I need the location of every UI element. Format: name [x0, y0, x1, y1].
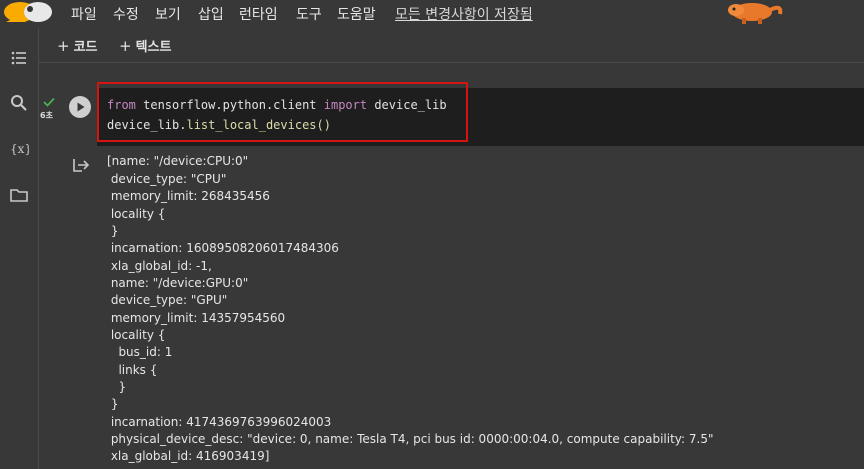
output-line: device_type: "GPU" [107, 293, 228, 307]
save-status-link[interactable]: 모든 변경사항이 저장됨 [395, 4, 533, 24]
code-line-2: device_lib.list_local_devices() [107, 118, 331, 132]
execution-time: 6초 [40, 111, 53, 120]
output-line: links { [107, 363, 158, 377]
menu-file[interactable]: 파일 [71, 4, 97, 24]
output-line: incarnation: 4174369763996024003 [107, 415, 332, 429]
table-of-contents-icon[interactable] [9, 48, 29, 68]
menu-tools[interactable]: 도구 [296, 4, 322, 24]
run-cell-button[interactable] [69, 96, 91, 118]
plus-icon: + [57, 37, 70, 55]
colab-logo[interactable] [0, 0, 62, 26]
check-icon [43, 97, 55, 107]
menu-help[interactable]: 도움말 [337, 4, 376, 24]
svg-text:{x}: {x} [10, 142, 29, 156]
menu-edit[interactable]: 수정 [113, 4, 139, 24]
output-line: physical_device_desc: "device: 0, name: … [107, 432, 714, 446]
notebook-toolbar: + 코드 + 텍스트 [39, 28, 864, 63]
mascot-image [728, 3, 783, 24]
imported-name: device_lib [367, 98, 447, 112]
output-line: xla_global_id: 416903419] [107, 449, 270, 463]
variables-icon[interactable]: {x} [9, 138, 29, 158]
output-line: } [107, 224, 119, 238]
menu-bar: 파일 수정 보기 삽입 런타임 도구 도움말 모든 변경사항이 저장됨 [0, 0, 864, 28]
output-line: name: "/device:GPU:0" [107, 276, 249, 290]
add-text-label: 텍스트 [135, 40, 172, 55]
output-line: xla_global_id: -1, [107, 259, 212, 273]
menu-insert[interactable]: 삽입 [198, 4, 224, 24]
object-name: device_lib. [107, 118, 187, 132]
keyword-from: from [107, 98, 136, 112]
output-redirect-icon[interactable] [72, 157, 90, 173]
code-line-1: from tensorflow.python.client import dev… [107, 98, 447, 112]
add-code-label: 코드 [73, 40, 98, 55]
plus-icon: + [119, 37, 132, 55]
call-parens: () [316, 118, 331, 132]
output-line: locality { [107, 207, 166, 221]
search-icon[interactable] [9, 93, 29, 113]
output-line: } [107, 397, 119, 411]
keyword-import: import [323, 98, 368, 112]
left-sidebar: {x} [0, 28, 39, 469]
output-line: device_type: "CPU" [107, 172, 227, 186]
output-line: locality { [107, 328, 166, 342]
add-code-button[interactable]: + 코드 [57, 36, 98, 55]
output-line: } [107, 380, 127, 394]
output-line: incarnation: 16089508206017484306 [107, 241, 339, 255]
code-editor[interactable] [97, 88, 864, 146]
notebook-spacer [39, 63, 864, 83]
output-line: [name: "/device:CPU:0" [107, 154, 249, 168]
function-name: list_local_devices [186, 118, 317, 132]
folder-icon[interactable] [9, 185, 29, 205]
play-icon [77, 102, 85, 112]
module-name: tensorflow.python.client [135, 98, 324, 112]
menu-runtime[interactable]: 런타임 [239, 4, 278, 24]
add-text-button[interactable]: + 텍스트 [119, 36, 171, 55]
output-line: memory_limit: 268435456 [107, 189, 270, 203]
menu-view[interactable]: 보기 [155, 4, 181, 24]
output-line: memory_limit: 14357954560 [107, 311, 286, 325]
output-line: bus_id: 1 [107, 345, 173, 359]
